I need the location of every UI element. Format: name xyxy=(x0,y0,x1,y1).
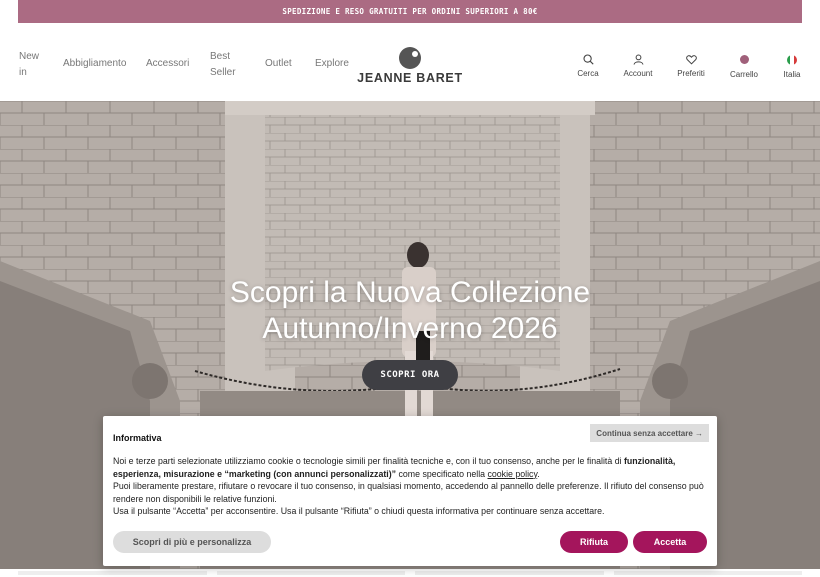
heart-icon xyxy=(673,54,709,67)
cookie-paragraph-2: Puoi liberamente prestare, rifiutare o r… xyxy=(113,481,704,504)
nav-outlet[interactable]: Outlet xyxy=(265,56,292,72)
wishlist-button[interactable]: Preferiti xyxy=(673,54,709,78)
accept-button[interactable]: Accetta xyxy=(633,531,707,553)
search-icon xyxy=(572,54,604,67)
announcement-text: SPEDIZIONE E RESO GRATUITI PER ORDINI SU… xyxy=(282,7,538,16)
account-label: Account xyxy=(623,69,653,78)
product-strip xyxy=(0,569,820,577)
nav-accessori[interactable]: Accessori xyxy=(146,56,189,72)
cookie-banner: Informativa Continua senza accettare → N… xyxy=(103,416,717,566)
brand-logo[interactable]: JEANNE BARET xyxy=(346,47,474,85)
user-icon xyxy=(620,54,656,67)
hero-title-line-1: Scopri la Nuova Collezione xyxy=(229,276,591,309)
hero-title-line-2: Autunno/Inverno 2026 xyxy=(262,312,558,345)
cart-dot-icon xyxy=(726,55,762,68)
reject-button[interactable]: Rifiuta xyxy=(560,531,628,553)
cookie-paragraph-3: Usa il pulsante “Accetta” per acconsenti… xyxy=(113,506,605,516)
cart-button[interactable]: Carrello xyxy=(726,54,762,79)
cookie-text-part: . xyxy=(537,468,540,479)
cookie-policy-link[interactable]: cookie policy xyxy=(487,469,537,479)
search-button[interactable]: Cerca xyxy=(572,54,604,78)
brand-name: JEANNE BARET xyxy=(357,71,463,85)
announcement-bar: SPEDIZIONE E RESO GRATUITI PER ORDINI SU… xyxy=(18,0,802,23)
continue-without-accepting-button[interactable]: Continua senza accettare → xyxy=(590,424,709,442)
cookie-paragraph-1: Noi e terze parti selezionate utilizziam… xyxy=(113,455,709,480)
nav-best-seller[interactable]: Best Seller xyxy=(210,49,244,81)
search-label: Cerca xyxy=(577,69,599,78)
hero-cta-button[interactable]: SCOPRI ORA xyxy=(362,360,458,390)
cookie-text-part: come specificato nella xyxy=(396,468,488,479)
nav-new-in[interactable]: New in xyxy=(19,49,41,81)
italy-flag-icon xyxy=(778,55,806,68)
wishlist-label: Preferiti xyxy=(677,69,705,78)
cookie-text: Noi e terze parti selezionate utilizziam… xyxy=(113,455,709,518)
country-label: Italia xyxy=(783,70,801,79)
nav-abbigliamento[interactable]: Abbigliamento xyxy=(63,56,126,72)
customize-button[interactable]: Scopri di più e personalizza xyxy=(113,531,271,553)
country-selector[interactable]: Italia xyxy=(778,54,806,79)
hero-title: Scopri la Nuova Collezione Autunno/Inver… xyxy=(160,275,660,347)
account-button[interactable]: Account xyxy=(620,54,656,78)
cookie-text-part: Noi e terze parti selezionate utilizziam… xyxy=(113,456,624,466)
nav-explore[interactable]: Explore xyxy=(315,56,349,72)
brand-mark-icon xyxy=(399,47,421,69)
cart-label: Carrello xyxy=(729,70,758,79)
cookie-title: Informativa xyxy=(113,433,162,443)
site-header: New in Abbigliamento Accessori Best Sell… xyxy=(0,23,820,101)
